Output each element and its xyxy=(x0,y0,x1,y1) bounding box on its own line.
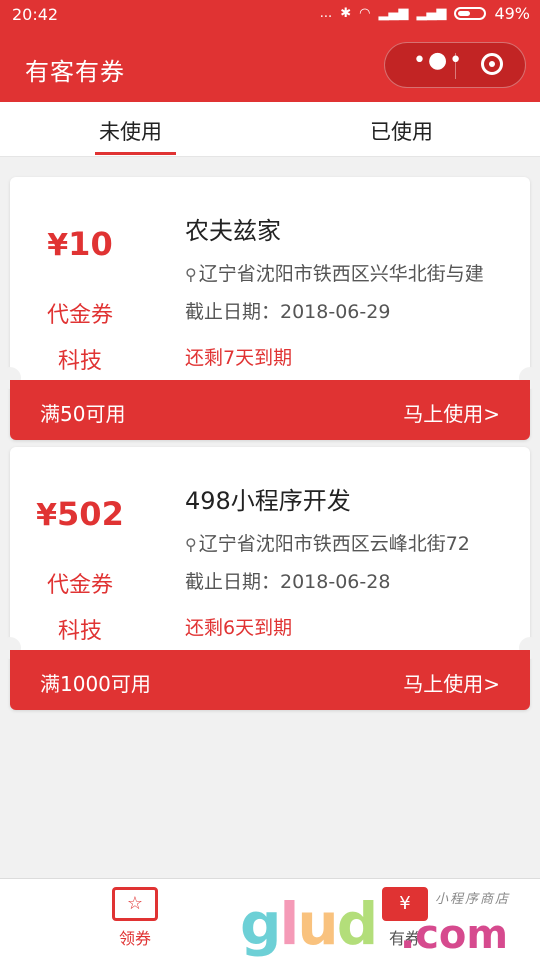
coupon-footer: 满1000可用 马上使用> xyxy=(10,650,530,710)
star-ticket-icon: ☆ xyxy=(112,887,158,921)
merchant-name: 498小程序开发 xyxy=(185,487,351,515)
merchant-address: ⚲ 辽宁省沈阳市铁西区云峰北街72 xyxy=(185,529,525,556)
bottom-tab-bar: ☆ 领券 ¥ 有券 xyxy=(0,878,540,961)
deadline-text: 截止日期：2018-06-28 xyxy=(185,571,391,593)
battery-icon xyxy=(454,7,487,20)
currency-symbol: ¥ xyxy=(36,498,58,533)
location-pin-icon: ⚲ xyxy=(185,265,197,284)
coupon-type: 代金券 xyxy=(46,573,113,598)
coupon-type: 代金券 xyxy=(46,303,113,328)
coupon-category: 科技 xyxy=(57,349,102,374)
battery-percent: 49% xyxy=(494,4,530,23)
bluetooth-icon: ✱ xyxy=(340,6,352,21)
wifi-icon: ◠ xyxy=(359,6,371,21)
capsule-divider xyxy=(455,53,456,79)
coupon-amount: ¥502 xyxy=(10,495,150,533)
bottom-tab-mine[interactable]: ¥ 有券 xyxy=(345,887,465,949)
coupon-footer: 满50可用 马上使用> xyxy=(10,380,530,440)
usage-condition: 满1000可用 xyxy=(40,672,151,696)
page-title: 有客有券 xyxy=(25,58,125,86)
merchant-address: ⚲ 辽宁省沈阳市铁西区兴华北街与建 xyxy=(185,259,525,286)
active-tab-indicator xyxy=(95,152,176,155)
status-time: 20:42 xyxy=(12,5,59,24)
bottom-tab-label: 有券 xyxy=(388,929,421,948)
coupon-tabs: 未使用 已使用 xyxy=(0,102,540,157)
yen-ticket-icon: ¥ xyxy=(382,887,428,921)
usage-condition: 满50可用 xyxy=(40,402,126,426)
amount-value: 502 xyxy=(57,495,124,533)
use-now-link[interactable]: 马上使用> xyxy=(403,398,500,427)
cell-signal-2-icon: ▂▄▆ xyxy=(416,6,447,21)
coupon-card[interactable]: ¥10 代金券 科技 农夫兹家 ⚲ 辽宁省沈阳市铁西区兴华北街与建 截止日期：20… xyxy=(0,177,540,440)
cell-signal-icon: ▂▄▆ xyxy=(378,6,409,21)
address-text: 辽宁省沈阳市铁西区云峰北街72 xyxy=(198,533,470,555)
bottom-tab-claim[interactable]: ☆ 领券 xyxy=(75,887,195,949)
address-text: 辽宁省沈阳市铁西区兴华北街与建 xyxy=(198,263,484,285)
nav-bar: 有客有券 •●• xyxy=(0,30,540,102)
merchant-name: 农夫兹家 xyxy=(185,217,281,245)
more-icon[interactable]: •●• xyxy=(413,48,464,73)
expire-note: 还剩6天到期 xyxy=(185,617,293,639)
signal-dots: ... xyxy=(319,6,333,21)
currency-symbol: ¥ xyxy=(47,228,69,263)
use-now-link[interactable]: 马上使用> xyxy=(403,668,500,697)
bottom-tab-label: 领券 xyxy=(118,929,151,948)
status-icons: ... ✱ ◠ ▂▄▆ ▂▄▆ 49% xyxy=(320,4,530,23)
coupon-amount: ¥10 xyxy=(10,225,150,263)
miniprogram-capsule: •●• xyxy=(384,42,526,88)
amount-value: 10 xyxy=(68,225,113,263)
coupon-category: 科技 xyxy=(57,619,102,644)
expire-note: 还剩7天到期 xyxy=(185,347,293,369)
location-pin-icon: ⚲ xyxy=(185,535,197,554)
close-miniprogram-icon[interactable] xyxy=(481,53,503,75)
tab-unused[interactable]: 未使用 xyxy=(99,116,162,146)
coupon-card[interactable]: ¥502 代金券 科技 498小程序开发 ⚲ 辽宁省沈阳市铁西区云峰北街72 截止… xyxy=(0,447,540,710)
status-bar: 20:42 ... ✱ ◠ ▂▄▆ ▂▄▆ 49% xyxy=(0,0,540,30)
tab-used[interactable]: 已使用 xyxy=(370,116,433,146)
deadline-text: 截止日期：2018-06-29 xyxy=(185,301,391,323)
